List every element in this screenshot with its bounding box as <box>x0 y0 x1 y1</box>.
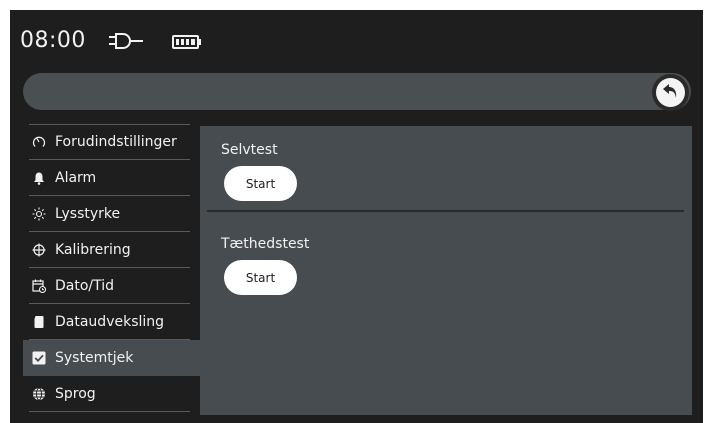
bell-icon <box>32 171 46 185</box>
globe-icon <box>32 387 46 401</box>
sidebar-item-label: Lysstyrke <box>55 206 121 222</box>
sidebar-menu: Forudindstillinger Alarm Lysstyrke Kalib… <box>23 124 200 412</box>
section-divider <box>207 210 684 212</box>
crosshair-icon <box>32 243 46 257</box>
sidebar-item-dato-tid[interactable]: Dato/Tid <box>23 268 200 304</box>
sun-icon <box>32 207 46 221</box>
device-screen: 08:00 Forudindstillinger Alarm Lysstyrke… <box>10 10 703 423</box>
undo-arrow-icon <box>662 82 680 104</box>
gauge-icon <box>32 135 46 149</box>
sidebar-item-dataudveksling[interactable]: Dataudveksling <box>23 304 200 340</box>
search-bar[interactable] <box>23 73 691 110</box>
calendar-clock-icon <box>32 279 46 293</box>
sidebar-item-sprog[interactable]: Sprog <box>23 376 200 412</box>
power-plug-icon <box>109 33 145 53</box>
leak-test-title: Tæthedstest <box>221 236 310 252</box>
sd-card-icon <box>32 315 46 329</box>
sidebar-item-label: Systemtjek <box>55 350 134 366</box>
sidebar-item-label: Dato/Tid <box>55 278 115 294</box>
sidebar-item-forudindstillinger[interactable]: Forudindstillinger <box>23 124 200 160</box>
self-test-title: Selvtest <box>221 142 278 158</box>
battery-full-icon <box>172 34 202 53</box>
sidebar-item-label: Sprog <box>55 386 96 402</box>
sidebar-item-label: Kalibrering <box>55 242 131 258</box>
leak-test-start-button[interactable]: Start <box>224 260 297 295</box>
sidebar-item-label: Forudindstillinger <box>55 134 177 150</box>
system-check-panel: Selvtest Start Tæthedstest Start <box>200 126 692 415</box>
sidebar-item-lysstyrke[interactable]: Lysstyrke <box>23 196 200 232</box>
sidebar-item-label: Alarm <box>55 170 97 186</box>
back-button[interactable] <box>652 74 689 111</box>
sidebar-item-alarm[interactable]: Alarm <box>23 160 200 196</box>
clock-time: 08:00 <box>20 28 86 53</box>
sidebar-item-kalibrering[interactable]: Kalibrering <box>23 232 200 268</box>
checkbox-icon <box>32 351 46 365</box>
sidebar-item-label: Dataudveksling <box>55 314 165 330</box>
sidebar-item-systemtjek[interactable]: Systemtjek <box>23 340 200 376</box>
self-test-start-button[interactable]: Start <box>224 166 297 201</box>
status-bar: 08:00 <box>10 10 703 72</box>
